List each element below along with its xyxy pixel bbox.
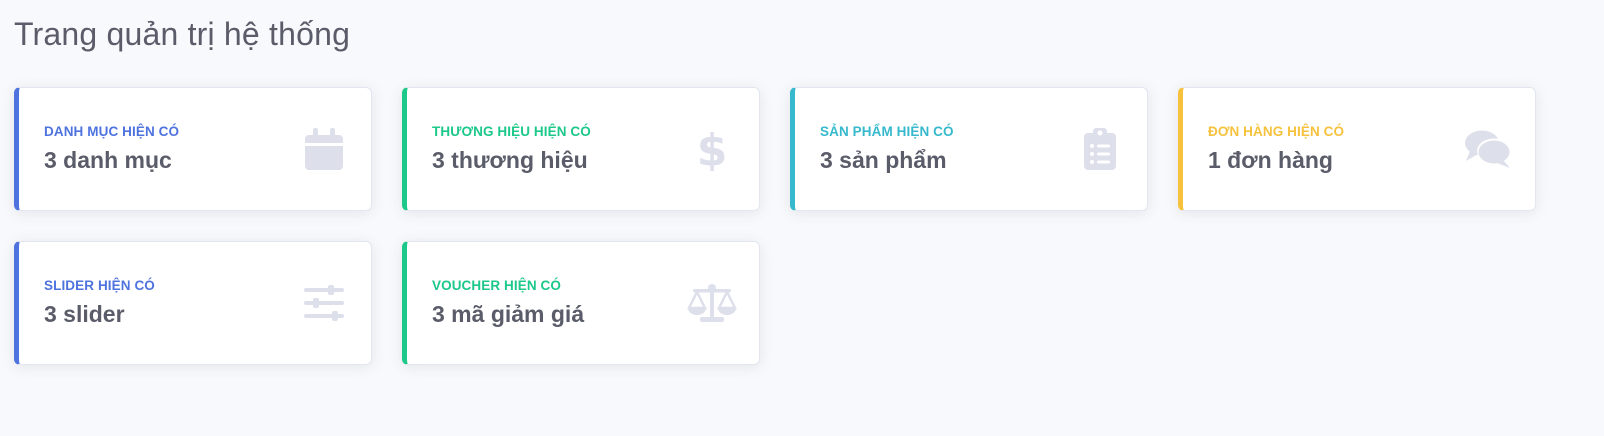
stat-card-orders[interactable]: ĐƠN HÀNG HIỆN CÓ 1 đơn hàng bbox=[1178, 87, 1536, 211]
stat-card-vouchers[interactable]: VOUCHER HIỆN CÓ 3 mã giảm giá bbox=[402, 241, 760, 365]
svg-text:$: $ bbox=[698, 127, 726, 171]
sliders-icon bbox=[299, 278, 349, 328]
dashboard-page: Trang quản trị hệ thống DANH MỤC HIỆN CÓ… bbox=[0, 0, 1604, 436]
page-title: Trang quản trị hệ thống bbox=[14, 16, 351, 52]
stat-card-sliders[interactable]: SLIDER HIỆN CÓ 3 slider bbox=[14, 241, 372, 365]
stat-card-categories[interactable]: DANH MỤC HIỆN CÓ 3 danh mục bbox=[14, 87, 372, 211]
calendar-icon bbox=[299, 124, 349, 174]
stats-grid: DANH MỤC HIỆN CÓ 3 danh mục THƯƠNG HIỆU … bbox=[14, 87, 1590, 365]
clipboard-list-icon bbox=[1075, 124, 1125, 174]
dollar-icon: $ bbox=[687, 124, 737, 174]
stat-card-brands[interactable]: THƯƠNG HIỆU HIỆN CÓ 3 thương hiệu $ bbox=[402, 87, 760, 211]
comments-icon bbox=[1463, 124, 1513, 174]
stat-card-products[interactable]: SẢN PHẨM HIỆN CÓ 3 sản phẩm bbox=[790, 87, 1148, 211]
balance-scale-icon bbox=[687, 278, 737, 328]
